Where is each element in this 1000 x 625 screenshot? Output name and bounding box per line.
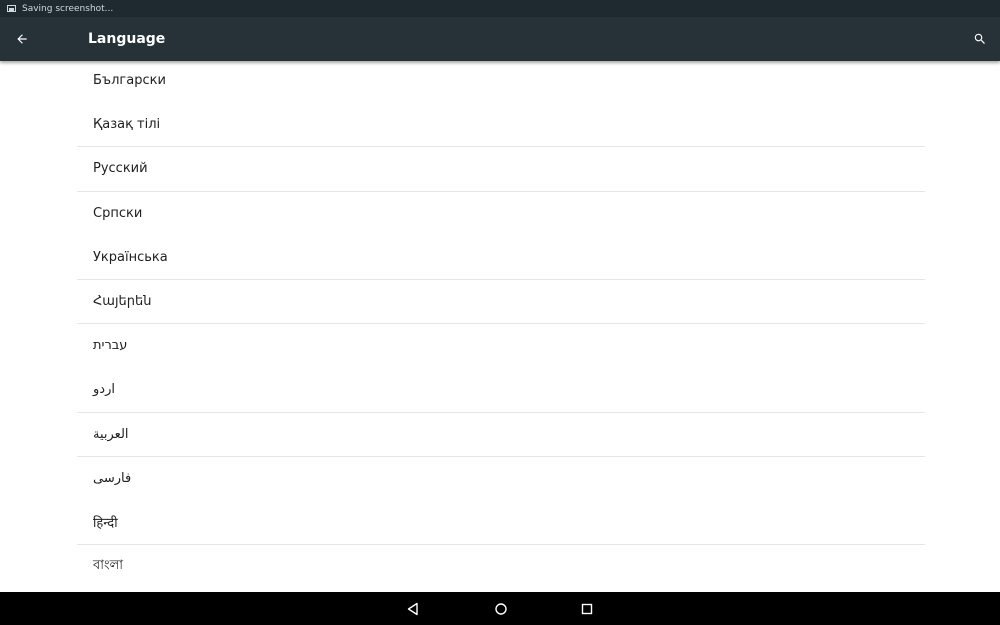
back-button[interactable] [8,25,36,53]
language-label: Қазақ тілі [93,117,161,133]
language-label: বাংলা [93,558,124,574]
image-icon [7,5,16,12]
language-label: Հայերեն [93,294,152,310]
language-item-arabic[interactable]: العربية [77,413,925,457]
search-button[interactable] [966,25,994,53]
language-label: Български [93,73,166,89]
language-label: العربية [93,426,129,442]
status-notification-text: Saving screenshot... [22,3,114,14]
language-item-hebrew[interactable]: עברית [77,324,925,368]
language-item-bengali[interactable]: বাংলা [77,545,925,589]
nav-back-icon [407,602,418,616]
search-icon [974,33,985,44]
language-item-hindi[interactable]: हिन्दी [77,501,925,546]
app-bar: Language [0,17,1000,61]
language-label: Русский [93,161,148,177]
language-label: Українська [93,249,168,265]
nav-home-icon [495,603,507,615]
language-label: اردو [93,382,115,398]
language-item-urdu[interactable]: اردو [77,368,925,413]
status-bar: Saving screenshot... [0,0,1000,17]
nav-home-button[interactable] [490,598,512,620]
language-label: فارسی [93,470,132,486]
language-item-russian[interactable]: Русский [77,147,925,192]
nav-back-button[interactable] [402,598,424,620]
language-item-ukrainian[interactable]: Українська [77,236,925,280]
language-list: Български Қазақ тілі Русский Српски Укра… [77,59,925,589]
language-item-armenian[interactable]: Հայերեն [77,280,925,325]
language-label: Српски [93,205,143,221]
nav-recents-icon [581,603,593,615]
language-label: עברית [93,338,128,354]
language-label: हिन्दी [93,516,118,532]
arrow-back-icon [17,34,27,44]
language-item-bulgarian[interactable]: Български [77,59,925,103]
navigation-bar [0,592,1000,625]
page-title: Language [88,31,166,47]
language-item-kazakh[interactable]: Қазақ тілі [77,103,925,148]
language-item-serbian[interactable]: Српски [77,192,925,236]
language-item-persian[interactable]: فارسی [77,457,925,501]
nav-recents-button[interactable] [576,598,598,620]
